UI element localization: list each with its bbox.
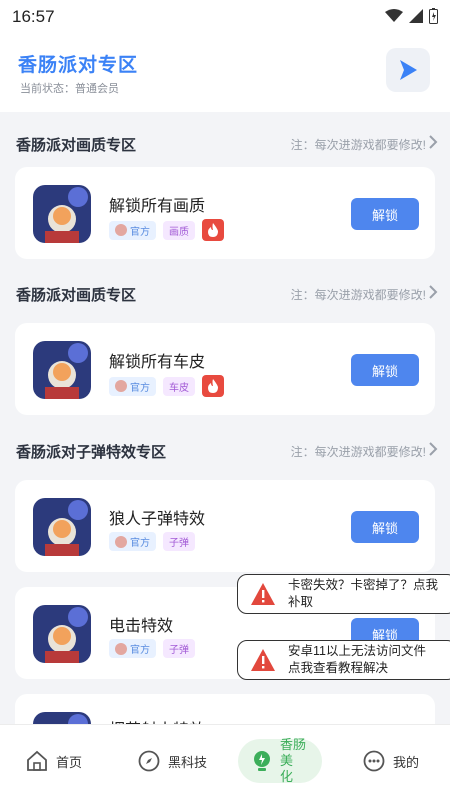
play-button[interactable]	[386, 48, 430, 92]
chevron-right-icon	[429, 285, 438, 299]
official-tag: 官方	[109, 532, 156, 551]
hot-badge	[202, 375, 224, 397]
section-header[interactable]: 香肠派对画质专区 注：每次进游戏都要修改!	[0, 128, 450, 158]
section-title: 香肠派对子弹特效专区	[16, 444, 167, 461]
section-note: 注：每次进游戏都要修改!	[290, 138, 426, 152]
bottom-nav: 首页 黑科技 香肠美化 我的	[0, 724, 450, 800]
play-icon	[400, 60, 417, 80]
status-time: 16:57	[12, 7, 55, 26]
nav-label: 首页	[56, 754, 83, 770]
game-icon	[33, 605, 91, 663]
official-tag: 官方	[109, 220, 156, 240]
official-tag: 官方	[109, 639, 156, 658]
game-icon	[33, 498, 91, 556]
feature-tags: 官方 子弹	[109, 639, 195, 658]
unlock-button[interactable]: 解锁	[351, 511, 419, 543]
unlock-button[interactable]: 解锁	[351, 354, 419, 386]
feature-name: 狼人子弹特效	[109, 511, 206, 528]
type-tag: 子弹	[163, 639, 195, 658]
game-icon	[33, 341, 91, 399]
section-header[interactable]: 香肠派对子弹特效专区 注：每次进游戏都要修改!	[0, 435, 450, 465]
feature-name: 电击特效	[109, 618, 174, 635]
section-title: 香肠派对画质专区	[16, 137, 137, 154]
page-title: 香肠派对专区	[18, 55, 139, 76]
membership-status: 当前状态：普通会员	[20, 83, 119, 95]
fire-icon	[208, 379, 218, 393]
compass-icon	[138, 750, 160, 772]
more-icon	[363, 750, 385, 772]
section-note: 注：每次进游戏都要修改!	[290, 445, 426, 459]
warning-icon	[251, 649, 275, 671]
warning-icon	[251, 583, 275, 605]
section-title: 香肠派对画质专区	[16, 287, 137, 304]
feature-name: 解锁所有车皮	[109, 354, 206, 371]
section-note: 注：每次进游戏都要修改!	[290, 288, 426, 302]
chevron-right-icon	[429, 442, 438, 456]
nav-item-beauty[interactable]: 香肠美化	[238, 737, 322, 784]
battery-icon	[429, 8, 438, 24]
feature-name: 解锁所有画质	[109, 198, 206, 215]
fire-icon	[208, 223, 218, 237]
signal-icon	[409, 9, 423, 23]
nav-item-home[interactable]: 首页	[26, 739, 82, 783]
game-icon	[33, 185, 91, 243]
chevron-right-icon	[429, 135, 438, 149]
nav-item-mine[interactable]: 我的	[363, 739, 419, 783]
key-recovery-toast[interactable]: 卡密失效？卡密掉了？点我 补取	[237, 574, 450, 614]
type-tag: 车皮	[163, 376, 195, 396]
avatar	[115, 642, 127, 655]
toast-text: 安卓11以上无法访问文件 点我查看教程解决	[288, 644, 426, 675]
type-tag: 画质	[163, 220, 195, 240]
avatar	[115, 535, 127, 548]
nav-item-tech[interactable]: 黑科技	[138, 739, 207, 783]
official-tag: 官方	[109, 376, 156, 396]
type-tag: 子弹	[163, 532, 195, 551]
feature-tags: 官方 画质	[109, 219, 224, 241]
status-bar: 16:57	[0, 0, 450, 34]
section-header[interactable]: 香肠派对画质专区 注：每次进游戏都要修改!	[0, 278, 450, 308]
hot-badge	[202, 219, 224, 241]
feature-card: 解锁所有画质 官方 画质 解锁	[15, 167, 435, 259]
bulb-icon	[254, 751, 270, 771]
nav-label: 香肠美化	[280, 737, 307, 784]
feature-card: 解锁所有车皮 官方 车皮 解锁	[15, 323, 435, 415]
android11-help-toast[interactable]: 安卓11以上无法访问文件 点我查看教程解决	[237, 640, 450, 680]
nav-label: 我的	[393, 754, 420, 770]
wifi-icon	[385, 9, 403, 22]
status-icons	[385, 8, 438, 24]
feature-card: 狼人子弹特效 官方 子弹 解锁	[15, 480, 435, 572]
toast-text: 卡密失效？卡密掉了？点我 补取	[288, 578, 439, 609]
home-icon	[27, 750, 47, 771]
page-header: 香肠派对专区 当前状态：普通会员	[0, 34, 450, 112]
nav-label: 黑科技	[168, 754, 208, 770]
unlock-button[interactable]: 解锁	[351, 198, 419, 230]
avatar	[115, 380, 127, 392]
avatar	[115, 224, 127, 236]
feature-tags: 官方 子弹	[109, 532, 195, 551]
feature-tags: 官方 车皮	[109, 375, 224, 397]
